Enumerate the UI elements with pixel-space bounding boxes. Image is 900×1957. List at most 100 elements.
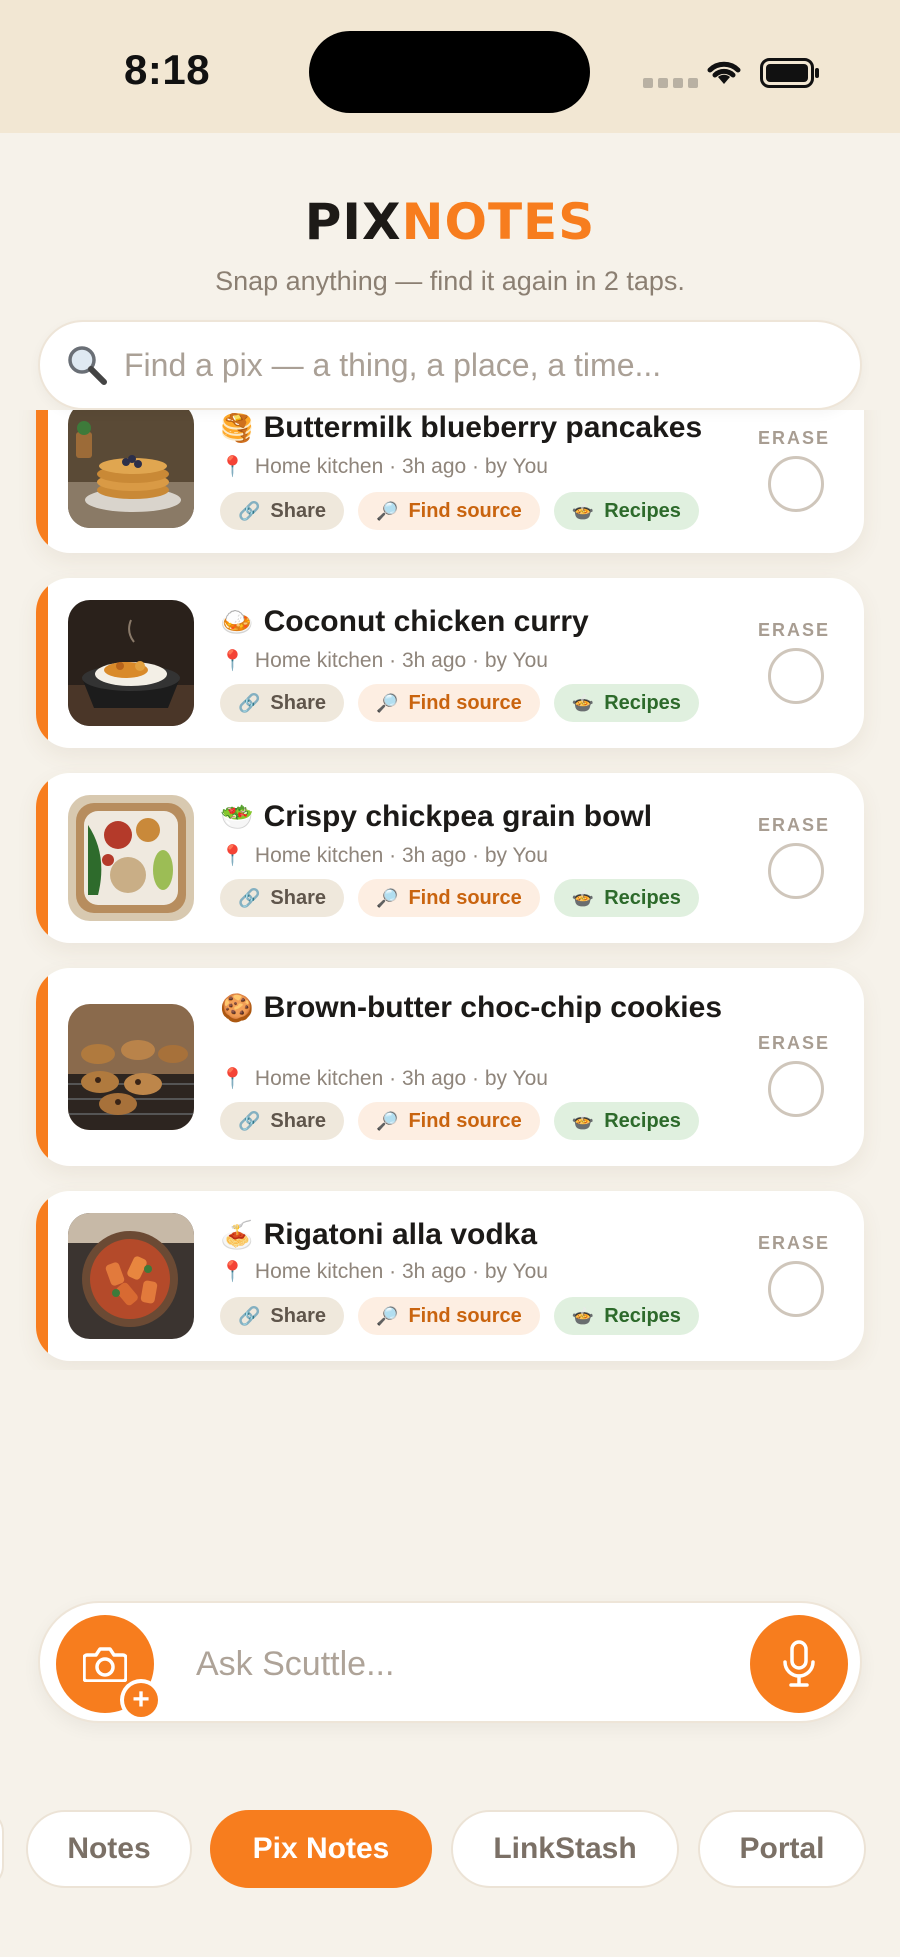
bowl-icon: 🍲: [571, 1305, 595, 1326]
list-item[interactable]: 🥗 Crispy chickpea grain bowl 📍 Home kitche…: [36, 773, 864, 943]
mic-button[interactable]: [750, 1615, 848, 1713]
tab-notes[interactable]: Notes: [26, 1810, 192, 1888]
brand-part-1: PIX: [304, 193, 402, 251]
list-item[interactable]: 🍪 Brown-butter choc-chip cookies 📍 Home ki…: [36, 968, 864, 1166]
item-emoji: 🍛: [220, 607, 254, 637]
find-source-button[interactable]: 🔎 Find source: [358, 879, 540, 917]
thumbnail-rigatoni[interactable]: [68, 1213, 194, 1339]
recipes-button[interactable]: 🍲 Recipes: [553, 492, 699, 530]
erase-toggle[interactable]: [768, 648, 824, 704]
add-photo-badge[interactable]: +: [120, 1679, 162, 1721]
item-title-text: Brown-butter choc-chip cookies: [263, 991, 723, 1024]
thumbnail-cookies[interactable]: [68, 1004, 194, 1130]
item-emoji: 🍝: [220, 1220, 254, 1250]
location-pin-icon: 📍: [220, 456, 245, 478]
item-title-text: Buttermilk blueberry pancakes: [263, 411, 703, 444]
find-source-button[interactable]: 🔎 Find source: [358, 1297, 540, 1335]
tab-pix-notes[interactable]: Pix Notes: [210, 1810, 432, 1888]
erase-toggle[interactable]: [768, 843, 824, 899]
item-title[interactable]: 🥗 Crispy chickpea grain bowl: [220, 799, 750, 835]
item-meta-text: Home kitchen · 3h ago · by You: [254, 1067, 548, 1090]
bowl-icon: 🍲: [571, 692, 595, 713]
item-title[interactable]: 🥞 Buttermilk blueberry pancakes: [220, 410, 750, 446]
bowl-icon: 🍲: [571, 500, 595, 521]
list-item[interactable]: 🥞 Buttermilk blueberry pancakes 📍 Home kit…: [36, 410, 864, 553]
thumbnail-curry[interactable]: [68, 600, 194, 726]
search-icon: [68, 346, 107, 385]
magnifier-icon: 🔎: [376, 1110, 399, 1131]
recipes-label: Recipes: [604, 1109, 681, 1132]
find-source-label: Find source: [408, 1304, 522, 1327]
erase-toggle[interactable]: [768, 1061, 824, 1117]
find-source-label: Find source: [408, 691, 522, 714]
app-logo: PIXNOTES: [0, 193, 900, 251]
item-title-text: Coconut chicken curry: [263, 605, 589, 638]
tab-linkstash[interactable]: LinkStash: [451, 1810, 679, 1888]
item-meta: 📍 Home kitchen · 3h ago · by You: [220, 1066, 548, 1091]
recipes-label: Recipes: [604, 691, 681, 714]
link-icon: 🔗: [238, 1305, 261, 1326]
location-pin-icon: 📍: [220, 1068, 245, 1090]
search-input[interactable]: [124, 346, 824, 384]
tab-label: LinkStash: [493, 1832, 637, 1865]
item-title-text: Rigatoni alla vodka: [263, 1218, 538, 1251]
item-title[interactable]: 🍛 Coconut chicken curry: [220, 604, 750, 640]
ask-input[interactable]: [196, 1639, 766, 1689]
magnifier-icon: 🔎: [376, 1305, 399, 1326]
recipes-button[interactable]: 🍲 Recipes: [553, 879, 699, 917]
erase-toggle[interactable]: [768, 456, 824, 512]
item-title[interactable]: 🍝 Rigatoni alla vodka: [220, 1217, 750, 1253]
search-bar[interactable]: [38, 320, 862, 410]
find-source-button[interactable]: 🔎 Find source: [358, 492, 540, 530]
tab-label: Notes: [67, 1832, 151, 1865]
erase-toggle[interactable]: [768, 1261, 824, 1317]
recipes-button[interactable]: 🍲 Recipes: [553, 1102, 699, 1140]
item-title[interactable]: 🍪 Brown-butter choc-chip cookies: [220, 990, 750, 1026]
battery-icon: [760, 58, 819, 88]
card-accent: [36, 578, 48, 748]
recipes-button[interactable]: 🍲 Recipes: [553, 1297, 699, 1335]
share-button[interactable]: 🔗 Share: [220, 1297, 345, 1335]
card-accent: [36, 968, 48, 1166]
recipes-label: Recipes: [604, 886, 681, 909]
erase-label: ERASE: [757, 815, 830, 835]
tab-portal[interactable]: Portal: [698, 1810, 866, 1888]
wifi-icon: [707, 61, 741, 84]
find-source-label: Find source: [408, 1109, 522, 1132]
list-item[interactable]: 🍝 Rigatoni alla vodka 📍 Home kitchen · 3h …: [36, 1191, 864, 1361]
item-meta-text: Home kitchen · 3h ago · by You: [254, 1260, 548, 1283]
list-item[interactable]: 🍛 Coconut chicken curry 📍 Home kitchen · 3…: [36, 578, 864, 748]
location-pin-icon: 📍: [220, 650, 245, 672]
link-icon: 🔗: [238, 887, 261, 908]
erase-label: ERASE: [757, 620, 830, 640]
tagline: Snap anything — find it again in 2 taps.: [215, 266, 685, 296]
bowl-icon: 🍲: [571, 887, 595, 908]
share-label: Share: [270, 1304, 327, 1327]
item-meta-text: Home kitchen · 3h ago · by You: [254, 455, 548, 478]
ask-bar[interactable]: +: [38, 1601, 862, 1723]
find-source-label: Find source: [408, 886, 522, 909]
find-source-button[interactable]: 🔎 Find source: [358, 684, 540, 722]
thumbnail-pancakes[interactable]: [68, 410, 194, 528]
share-button[interactable]: 🔗 Share: [220, 1102, 345, 1140]
thumbnail-grain-bowl[interactable]: [68, 795, 194, 921]
item-actions: 🔗 Share 🔎 Find source 🍲 Recipes: [220, 879, 699, 917]
item-emoji: 🍪: [220, 993, 254, 1023]
share-button[interactable]: 🔗 Share: [220, 684, 345, 722]
item-meta-text: Home kitchen · 3h ago · by You: [254, 844, 548, 867]
item-actions: 🔗 Share 🔎 Find source 🍲 Recipes: [220, 1297, 699, 1335]
pix-list[interactable]: 🥞 Buttermilk blueberry pancakes 📍 Home kit…: [0, 410, 900, 1370]
item-emoji: 🥞: [220, 413, 254, 443]
erase-label: ERASE: [757, 1033, 830, 1053]
item-meta: 📍 Home kitchen · 3h ago · by You: [220, 454, 548, 479]
share-button[interactable]: 🔗 Share: [220, 879, 345, 917]
tab-label: Portal: [739, 1832, 825, 1865]
card-accent: [36, 773, 48, 943]
tab-offscreen-edge[interactable]: [0, 1810, 4, 1888]
plus-icon: +: [124, 1683, 158, 1717]
share-button[interactable]: 🔗 Share: [220, 492, 345, 530]
recipes-button[interactable]: 🍲 Recipes: [553, 684, 699, 722]
location-pin-icon: 📍: [220, 1261, 245, 1283]
bottom-tab-bar: Notes Pix Notes LinkStash Portal: [0, 1810, 900, 1890]
find-source-button[interactable]: 🔎 Find source: [358, 1102, 540, 1140]
